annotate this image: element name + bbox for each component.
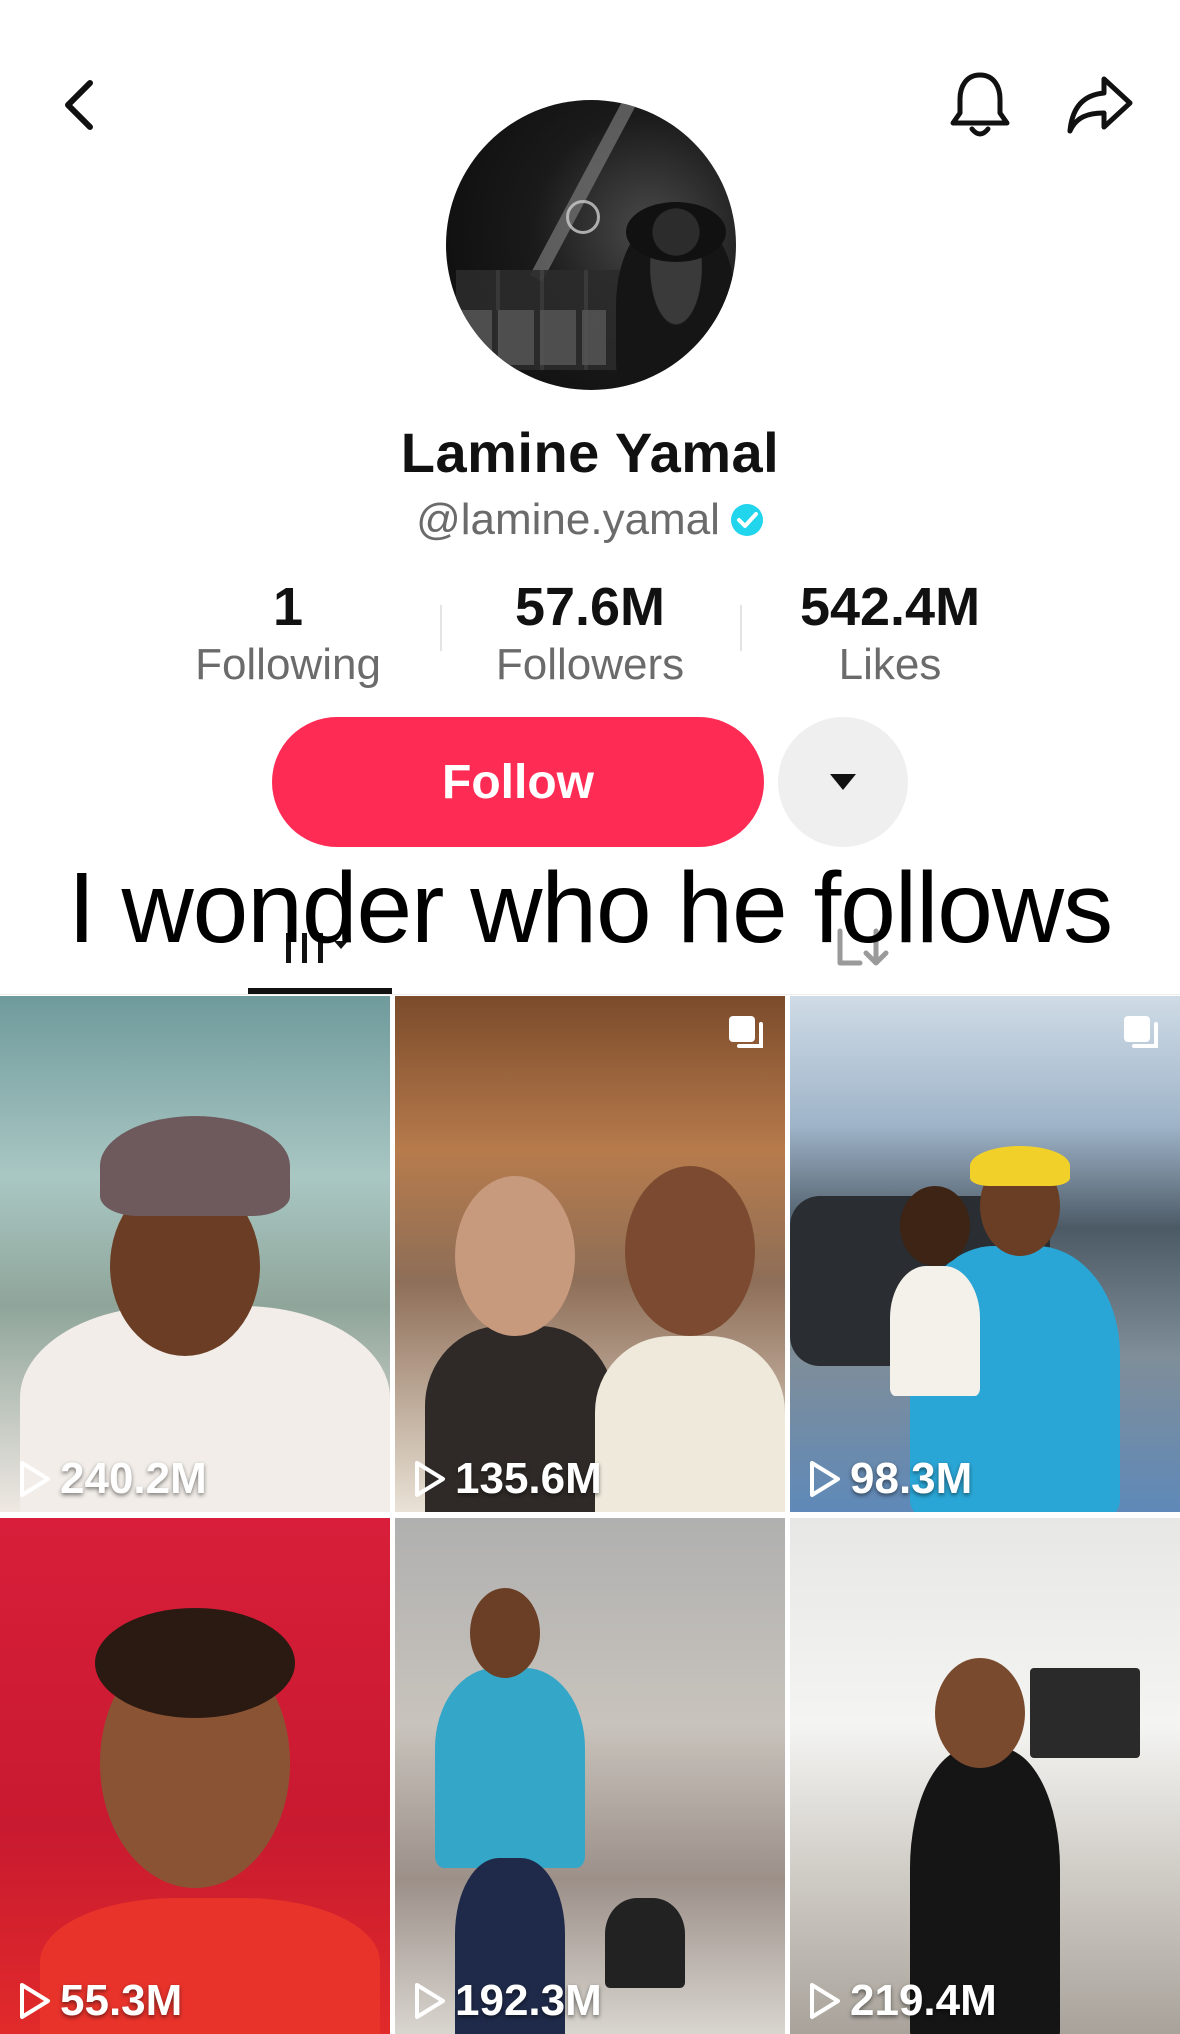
stat-value: 1 xyxy=(272,577,304,637)
stat-value: 542.4M xyxy=(799,577,981,637)
suggested-accounts-button[interactable] xyxy=(778,717,908,847)
play-icon xyxy=(20,1461,50,1497)
caret-down-icon xyxy=(830,774,856,790)
video-thumbnail[interactable]: 219.4M xyxy=(790,1518,1180,2034)
view-count: 98.3M xyxy=(808,1454,972,1504)
video-grid: 240.2M 135.6M 98.3M 55.3M 192.3M 219.4M xyxy=(0,996,1180,2034)
stat-divider xyxy=(440,605,442,651)
view-count: 240.2M xyxy=(18,1454,207,1504)
bell-icon xyxy=(950,72,1010,137)
stat-label: Likes xyxy=(838,640,942,689)
view-count: 135.6M xyxy=(413,1454,602,1504)
profile-handle: @lamine.yamal xyxy=(416,495,720,544)
verified-badge-icon xyxy=(730,504,763,536)
stat-value: 57.6M xyxy=(514,577,666,637)
handle-row: @lamine.yamal xyxy=(0,495,1180,545)
stat-divider xyxy=(740,605,742,651)
view-count-text: 98.3M xyxy=(850,1454,973,1503)
back-button[interactable] xyxy=(40,60,120,150)
video-thumbnail[interactable]: 98.3M xyxy=(790,996,1180,1512)
play-icon xyxy=(415,1983,445,2019)
stat-label: Following xyxy=(195,640,381,689)
stat-following[interactable]: 1 Following xyxy=(158,575,418,691)
view-count: 219.4M xyxy=(808,1976,997,2026)
video-thumbnail[interactable]: 135.6M xyxy=(395,996,785,1512)
profile-stats: 1 Following 57.6M Followers 542.4M Likes xyxy=(0,575,1180,695)
notification-bell-button[interactable] xyxy=(940,60,1020,150)
follow-button[interactable]: Follow xyxy=(272,717,764,847)
play-icon xyxy=(20,1983,50,2019)
view-count-text: 240.2M xyxy=(60,1454,207,1503)
share-button[interactable] xyxy=(1060,60,1140,150)
view-count: 192.3M xyxy=(413,1976,602,2026)
stat-followers[interactable]: 57.6M Followers xyxy=(460,575,720,691)
multi-photo-icon xyxy=(1124,1016,1158,1048)
play-icon xyxy=(810,1461,840,1497)
view-count-text: 192.3M xyxy=(455,1976,602,2025)
video-thumbnail[interactable]: 192.3M xyxy=(395,1518,785,2034)
view-count: 55.3M xyxy=(18,1976,182,2026)
play-icon xyxy=(415,1461,445,1497)
profile-avatar[interactable] xyxy=(446,100,736,390)
chevron-left-icon xyxy=(65,80,93,130)
share-arrow-icon xyxy=(1067,76,1133,134)
stat-label: Followers xyxy=(495,640,685,689)
overlay-caption: I wonder who he follows xyxy=(67,852,1113,964)
video-thumbnail[interactable]: 240.2M xyxy=(0,996,390,1512)
view-count-text: 135.6M xyxy=(455,1454,602,1503)
video-thumbnail[interactable]: 55.3M xyxy=(0,1518,390,2034)
play-icon xyxy=(810,1983,840,2019)
profile-name: Lamine Yamal xyxy=(400,421,780,484)
view-count-text: 55.3M xyxy=(60,1976,183,2025)
view-count-text: 219.4M xyxy=(850,1976,997,2025)
multi-photo-icon xyxy=(729,1016,763,1048)
stat-likes[interactable]: 542.4M Likes xyxy=(760,575,1020,691)
